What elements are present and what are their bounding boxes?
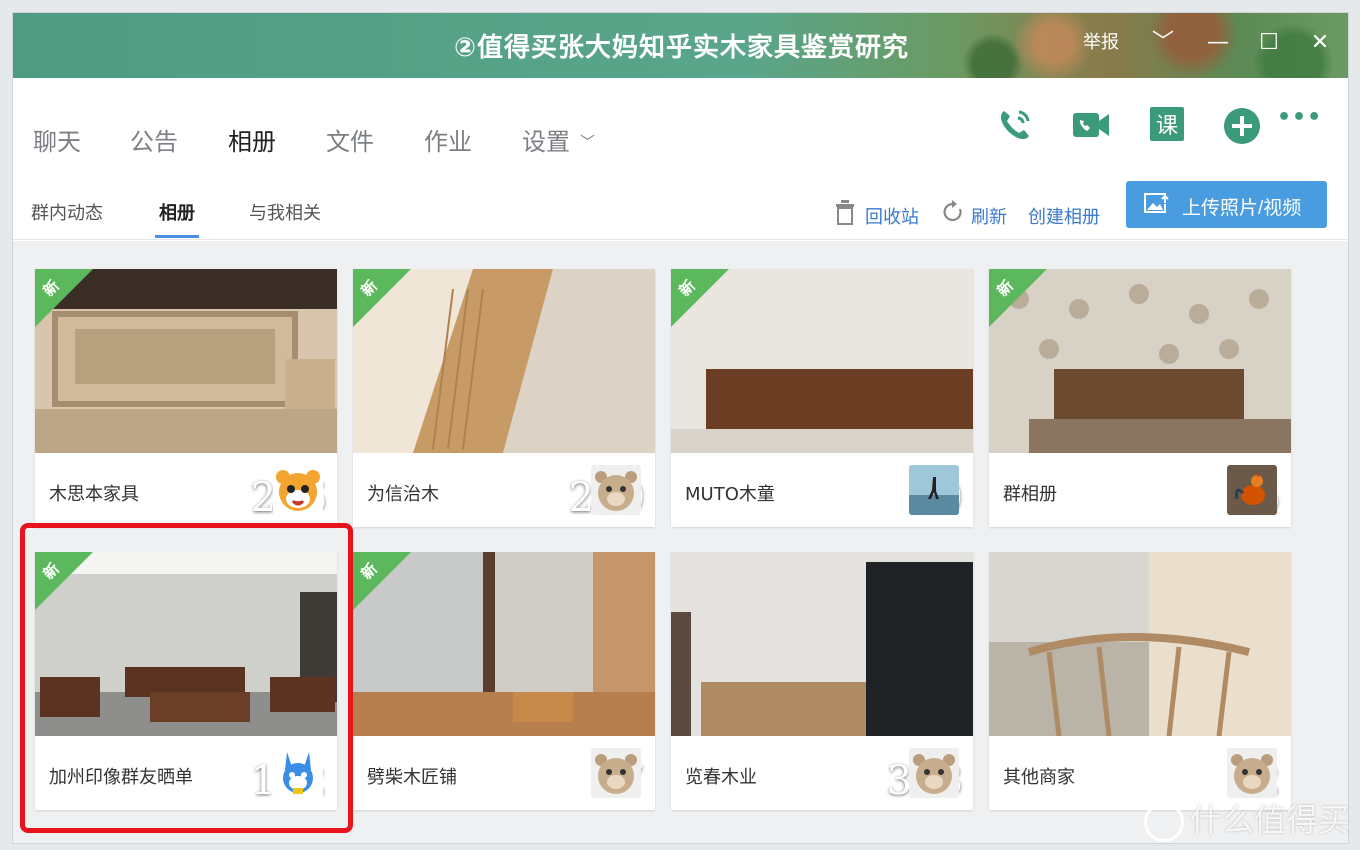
chevron-down-icon: ﹀ (580, 133, 596, 151)
tab-label: 文件 (326, 128, 374, 156)
album-cover-image (671, 552, 973, 736)
avatar (591, 748, 641, 798)
album-name: 览春木业 (685, 767, 757, 788)
window-title: ②值得买张大妈知乎实木家具鉴赏研究 (453, 33, 909, 63)
new-badge: 新 (353, 269, 411, 327)
album-card[interactable]: 368 览春木业 (671, 552, 973, 810)
trash-icon[interactable] (833, 198, 857, 226)
refresh-link[interactable]: 刷新 (971, 203, 1007, 229)
minimize-button[interactable]: — (1205, 29, 1231, 57)
tab-label: 相册 (228, 128, 276, 156)
album-card[interactable]: 新 17 劈柴木匠铺 (353, 552, 655, 810)
highlight-annotation (20, 523, 353, 833)
tab-label: 公告 (130, 128, 178, 156)
add-app-icon[interactable] (1223, 107, 1263, 147)
video-icon[interactable] (1071, 105, 1111, 145)
recycle-bin-link[interactable]: 回收站 (865, 203, 919, 229)
tab-label: 聊天 (33, 128, 81, 156)
tab-files[interactable]: 文件 (326, 122, 374, 166)
album-card[interactable]: 新 250 为信治木 (353, 269, 655, 527)
tab-settings[interactable]: 设置 ﹀ (522, 122, 595, 166)
lesson-icon[interactable]: 课 (1148, 105, 1188, 145)
tab-chat[interactable]: 聊天 (33, 122, 81, 166)
watermark-logo-icon (1143, 802, 1184, 842)
more-icon[interactable]: ••• (1277, 105, 1329, 145)
upload-button-label: 上传照片/视频 (1182, 198, 1302, 219)
create-album-link[interactable]: 创建相册 (1028, 203, 1100, 229)
upload-button[interactable]: 上传照片/视频 (1126, 181, 1327, 228)
album-name: 劈柴木匠铺 (367, 767, 457, 788)
tab-label: 作业 (424, 128, 472, 156)
subtab-album[interactable]: 相册 (155, 199, 199, 238)
avatar (273, 465, 323, 515)
upload-image-icon (1144, 193, 1169, 213)
avatar (591, 465, 641, 515)
title-bar[interactable]: ②值得买张大妈知乎实木家具鉴赏研究 举报 ﹀ — ☐ ✕ (13, 13, 1348, 78)
close-button[interactable]: ✕ (1306, 29, 1334, 57)
subtab-related-to-me[interactable]: 与我相关 (249, 199, 321, 225)
tab-label: 设置 (522, 128, 570, 156)
phone-icon[interactable] (995, 105, 1035, 145)
refresh-icon[interactable] (941, 198, 965, 226)
new-badge: 新 (353, 552, 411, 610)
new-badge: 新 (35, 269, 93, 327)
avatar (909, 465, 959, 515)
maximize-button[interactable]: ☐ (1257, 29, 1281, 57)
subtab-group-feed[interactable]: 群内动态 (31, 199, 103, 225)
report-button[interactable]: 举报 (1083, 29, 1119, 57)
album-name: 木思本家具 (49, 484, 139, 505)
album-name: MUTO木童 (685, 484, 775, 505)
album-name: 群相册 (1003, 484, 1057, 505)
tab-announcement[interactable]: 公告 (130, 122, 178, 166)
new-badge: 新 (989, 269, 1047, 327)
new-badge: 新 (671, 269, 729, 327)
subtab-label: 与我相关 (249, 203, 321, 224)
album-card[interactable]: 52 其他商家 (989, 552, 1291, 810)
svg-text:课: 课 (1156, 114, 1178, 139)
avatar (1227, 465, 1277, 515)
album-name: 为信治木 (367, 484, 439, 505)
subtab-label: 相册 (159, 203, 195, 224)
avatar (1227, 748, 1277, 798)
chevron-down-icon[interactable]: ﹀ (1151, 29, 1175, 57)
album-card[interactable]: 新 5 群相册 (989, 269, 1291, 527)
album-name: 其他商家 (1003, 767, 1075, 788)
subtab-label: 群内动态 (31, 203, 103, 224)
album-cover-image (989, 552, 1291, 736)
album-card[interactable]: 新 296 木思本家具 (35, 269, 337, 527)
tab-album[interactable]: 相册 (224, 122, 284, 175)
album-card[interactable]: 新 80 MUTO木童 (671, 269, 973, 527)
avatar (909, 748, 959, 798)
watermark-text: 什么值得买 (1189, 801, 1350, 839)
watermark: 什么值得买 (1143, 795, 1350, 842)
tab-homework[interactable]: 作业 (424, 122, 472, 166)
